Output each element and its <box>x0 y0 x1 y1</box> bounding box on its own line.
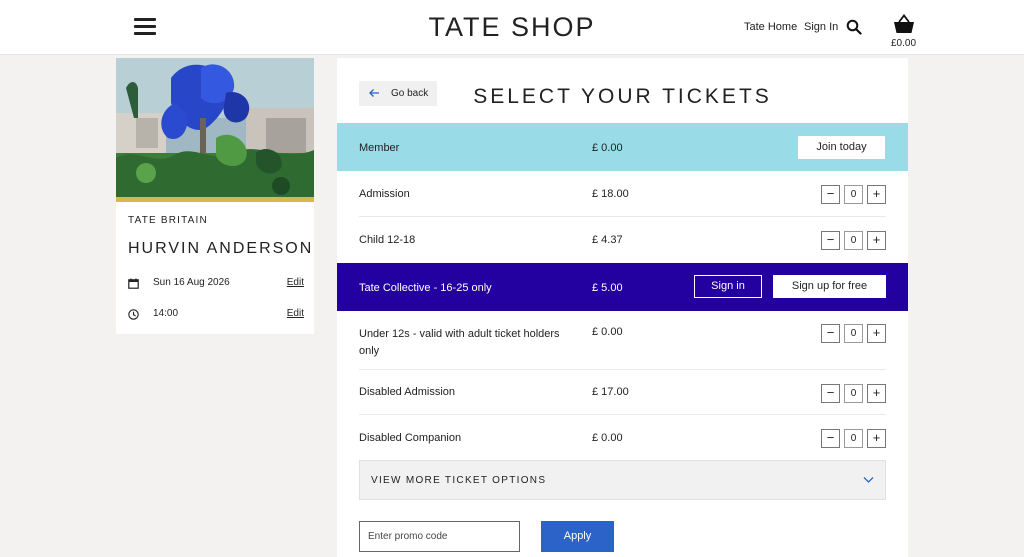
basket-total: £0.00 <box>891 38 917 49</box>
increase-quantity-button[interactable]: + <box>867 384 886 403</box>
decrease-quantity-button[interactable]: − <box>821 324 840 343</box>
quantity-stepper: − 0 + <box>821 185 886 204</box>
event-time-row: 14:00 Edit <box>128 308 304 324</box>
exhibition-artwork-image <box>116 58 314 202</box>
view-more-label: VIEW MORE TICKET OPTIONS <box>371 475 547 486</box>
ticket-row-disabled-companion: Disabled Companion £ 0.00 − 0 + <box>337 415 908 460</box>
calendar-icon <box>128 278 139 289</box>
decrease-quantity-button[interactable]: − <box>821 429 840 448</box>
sign-up-free-button[interactable]: Sign up for free <box>773 275 886 298</box>
quantity-stepper: − 0 + <box>821 384 886 403</box>
ticket-name: Member <box>359 142 400 154</box>
ticket-name: Disabled Companion <box>359 432 462 444</box>
increase-quantity-button[interactable]: + <box>867 324 886 343</box>
ticket-row-admission: Admission £ 18.00 − 0 + <box>337 171 908 217</box>
event-venue: TATE BRITAIN <box>128 215 208 226</box>
ticket-price: £ 18.00 <box>592 188 629 200</box>
chevron-down-icon <box>863 477 874 483</box>
edit-time-link[interactable]: Edit <box>287 308 304 319</box>
quantity-field[interactable]: 0 <box>844 429 863 448</box>
event-title: HURVIN ANDERSON <box>128 240 314 257</box>
quantity-field[interactable]: 0 <box>844 185 863 204</box>
event-date-row: Sun 16 Aug 2026 Edit <box>128 277 304 293</box>
ticket-row-child: Child 12-18 £ 4.37 − 0 + <box>337 217 908 263</box>
ticket-selection-panel: Go back SELECT YOUR TICKETS Member £ 0.0… <box>337 58 908 557</box>
increase-quantity-button[interactable]: + <box>867 231 886 250</box>
quantity-field[interactable]: 0 <box>844 324 863 343</box>
collective-sign-in-button[interactable]: Sign in <box>694 275 762 298</box>
view-more-ticket-options[interactable]: VIEW MORE TICKET OPTIONS <box>359 460 886 500</box>
quantity-field[interactable]: 0 <box>844 384 863 403</box>
ticket-name: Tate Collective - 16-25 only <box>359 282 492 294</box>
quantity-stepper: − 0 + <box>821 324 886 343</box>
menu-icon[interactable] <box>134 18 156 36</box>
ticket-row-under-12s: Under 12s - valid with adult ticket hold… <box>337 311 908 370</box>
site-header: TATE SHOP Tate Home Sign In £0.00 <box>0 0 1024 55</box>
ticket-price: £ 17.00 <box>592 386 629 398</box>
clock-icon <box>128 309 139 320</box>
event-card: TATE BRITAIN HURVIN ANDERSON Sun 16 Aug … <box>116 58 314 334</box>
event-time: 14:00 <box>153 308 179 319</box>
quantity-stepper: − 0 + <box>821 429 886 448</box>
ticket-price: £ 5.00 <box>592 282 623 294</box>
increase-quantity-button[interactable]: + <box>867 185 886 204</box>
brand-logo-text[interactable]: TATE SHOP <box>428 12 595 42</box>
ticket-row-disabled-admission: Disabled Admission £ 17.00 − 0 + <box>337 370 908 415</box>
ticket-price: £ 4.37 <box>592 234 623 246</box>
promo-code-input[interactable] <box>359 521 520 552</box>
quantity-field[interactable]: 0 <box>844 231 863 250</box>
quantity-stepper: − 0 + <box>821 231 886 250</box>
search-icon[interactable] <box>846 19 862 35</box>
ticket-name: Admission <box>359 188 410 200</box>
ticket-price: £ 0.00 <box>592 432 623 444</box>
edit-date-link[interactable]: Edit <box>287 277 304 288</box>
ticket-price: £ 0.00 <box>592 142 623 154</box>
ticket-name: Disabled Admission <box>359 386 455 398</box>
ticket-name: Under 12s - valid with adult ticket hold… <box>359 328 560 357</box>
decrease-quantity-button[interactable]: − <box>821 185 840 204</box>
decrease-quantity-button[interactable]: − <box>821 231 840 250</box>
decrease-quantity-button[interactable]: − <box>821 384 840 403</box>
sign-in-link[interactable]: Sign In <box>804 21 838 33</box>
apply-promo-button[interactable]: Apply <box>541 521 614 552</box>
ticket-row-tate-collective: Tate Collective - 16-25 only £ 5.00 Sign… <box>337 263 908 311</box>
ticket-price: £ 0.00 <box>592 326 623 338</box>
ticket-name: Child 12-18 <box>359 234 416 246</box>
join-today-button[interactable]: Join today <box>798 136 885 159</box>
page-title: SELECT YOUR TICKETS <box>473 85 772 108</box>
tate-home-link[interactable]: Tate Home <box>744 21 797 33</box>
basket-icon[interactable] <box>893 13 915 35</box>
ticket-row-member: Member £ 0.00 Join today <box>337 123 908 171</box>
increase-quantity-button[interactable]: + <box>867 429 886 448</box>
event-date: Sun 16 Aug 2026 <box>153 277 230 288</box>
